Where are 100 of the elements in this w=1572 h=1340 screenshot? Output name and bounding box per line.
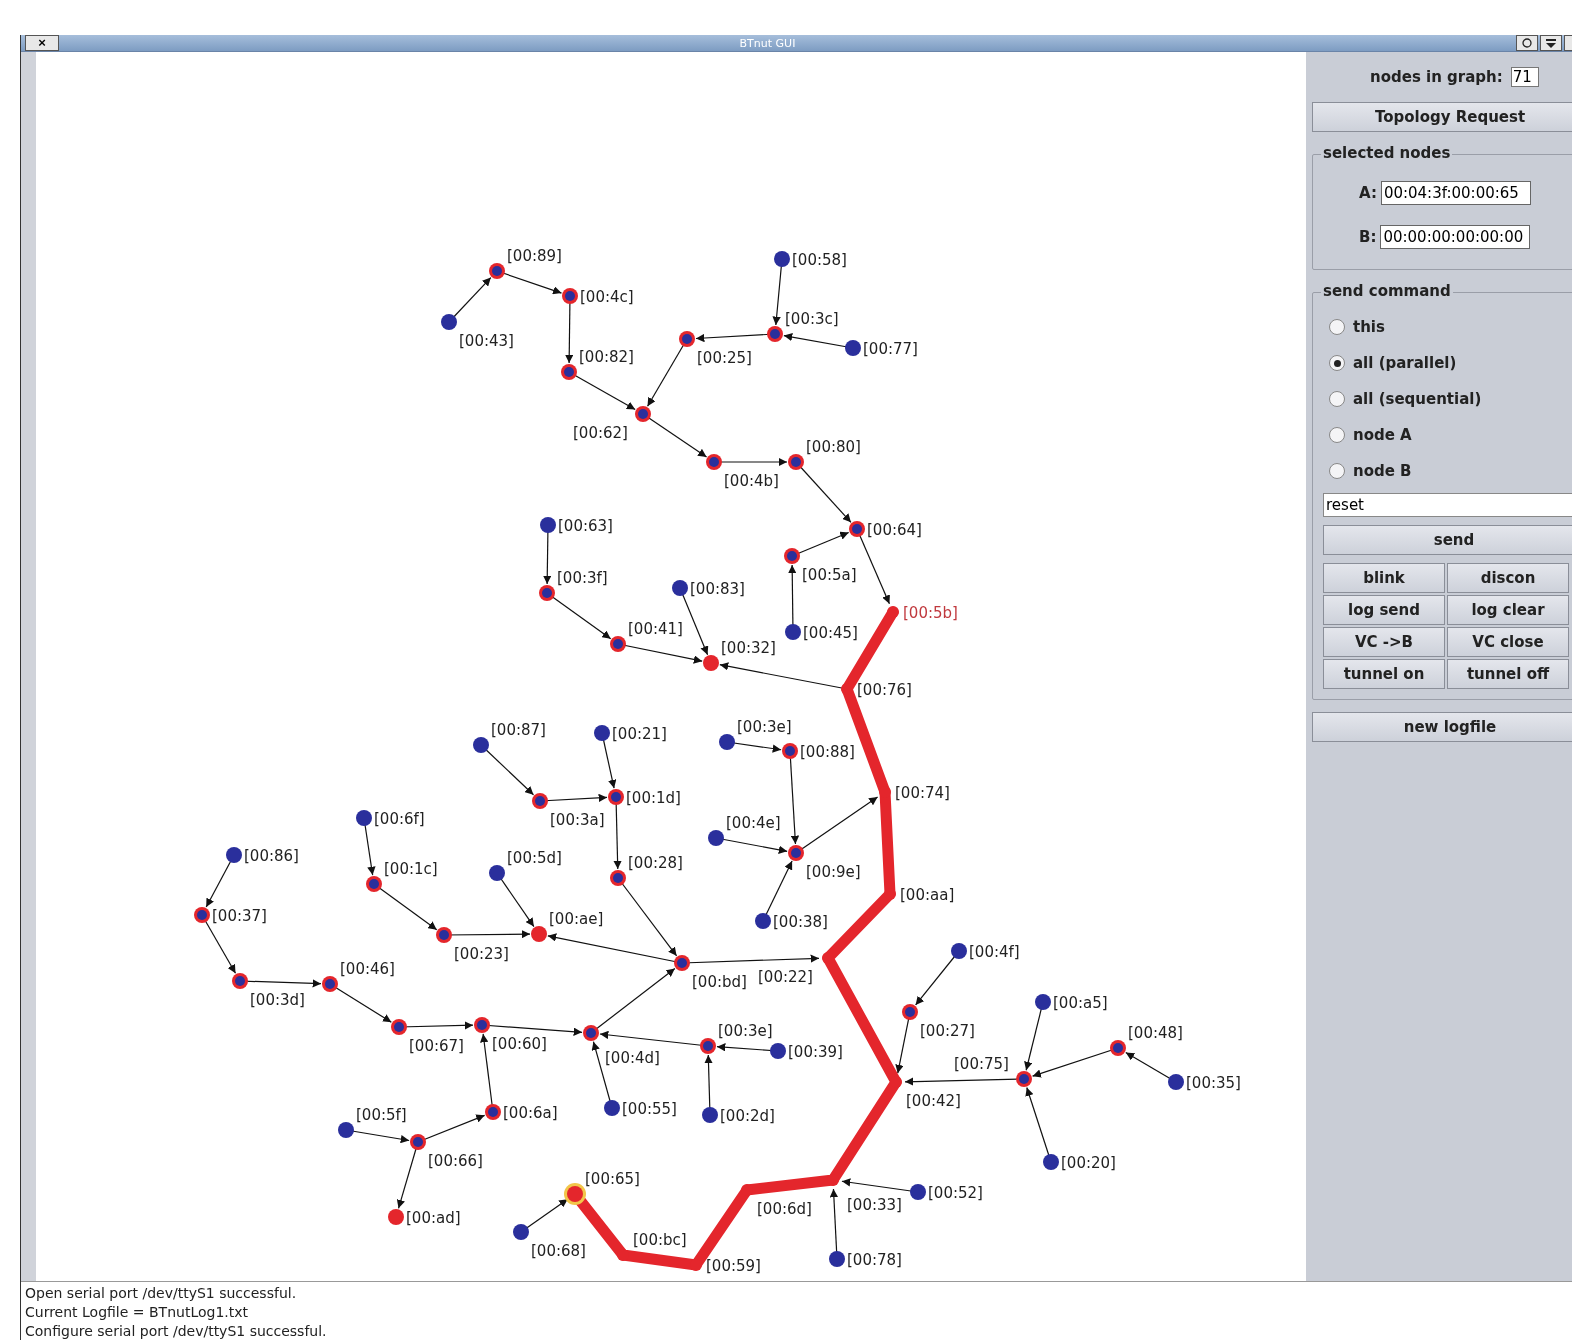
radio-option[interactable]: all (parallel) — [1323, 345, 1572, 381]
node-dot[interactable] — [366, 876, 382, 892]
node-dot[interactable] — [194, 907, 210, 923]
node-label: [00:58] — [792, 251, 847, 269]
selected-node-dot[interactable] — [564, 1183, 586, 1205]
command-button[interactable]: VC ->B — [1323, 627, 1445, 657]
radio-option[interactable]: all (sequential) — [1323, 381, 1572, 417]
command-button[interactable]: VC close — [1447, 627, 1569, 657]
command-button[interactable]: discon — [1447, 563, 1569, 593]
node-label: [00:aa] — [900, 886, 955, 904]
radio-option[interactable]: node B — [1323, 453, 1572, 489]
node-dot[interactable] — [473, 737, 489, 753]
node-dot[interactable] — [702, 1107, 718, 1123]
node-dot[interactable] — [674, 955, 690, 971]
node-dot[interactable] — [767, 326, 783, 342]
node-dot[interactable] — [232, 973, 248, 989]
node-dot[interactable] — [784, 548, 800, 564]
radio-option[interactable]: node A — [1323, 417, 1572, 453]
node-dot[interactable] — [594, 725, 610, 741]
node-dot[interactable] — [1110, 1040, 1126, 1056]
node-dot[interactable] — [1043, 1154, 1059, 1170]
node-label: [00:2d] — [720, 1107, 775, 1125]
new-logfile-button[interactable]: new logfile — [1312, 712, 1572, 742]
node-dot[interactable] — [788, 845, 804, 861]
node-dot[interactable] — [902, 1004, 918, 1020]
node-dot[interactable] — [672, 580, 688, 596]
node-dot[interactable] — [322, 976, 338, 992]
node-dot[interactable] — [513, 1224, 529, 1240]
node-count-field[interactable]: 71 — [1510, 67, 1539, 87]
node-dot[interactable] — [562, 288, 578, 304]
node-label: [00:6d] — [757, 1200, 812, 1218]
node-dot[interactable] — [441, 314, 457, 330]
log-line: Current Logfile = BTnutLog1.txt — [25, 1303, 249, 1322]
node-dot[interactable] — [1035, 994, 1051, 1010]
radio-option[interactable]: this — [1323, 309, 1572, 345]
node-dot[interactable] — [608, 789, 624, 805]
command-button[interactable]: tunnel off — [1447, 659, 1569, 689]
node-dot[interactable] — [879, 786, 891, 798]
close-button[interactable]: × — [25, 35, 59, 51]
node-dot[interactable] — [391, 1019, 407, 1035]
node-dot[interactable] — [951, 943, 967, 959]
command-field[interactable]: reset — [1323, 493, 1572, 517]
node-dot[interactable] — [338, 1122, 354, 1138]
command-button[interactable]: tunnel on — [1323, 659, 1445, 689]
node-dot[interactable] — [561, 364, 577, 380]
node-dot[interactable] — [679, 331, 695, 347]
node-dot[interactable] — [782, 743, 798, 759]
address-field[interactable]: 00:00:00:00:00:00 — [1380, 225, 1531, 249]
node-dot[interactable] — [635, 406, 651, 422]
command-button[interactable]: blink — [1323, 563, 1445, 593]
command-button[interactable]: log clear — [1447, 595, 1569, 625]
node-dot[interactable] — [755, 913, 771, 929]
send-button[interactable]: send — [1323, 525, 1572, 555]
node-dot[interactable] — [356, 810, 372, 826]
node-dot[interactable] — [489, 865, 505, 881]
node-dot[interactable] — [540, 517, 556, 533]
minimize-button[interactable] — [1516, 35, 1538, 51]
node-dot[interactable] — [610, 870, 626, 886]
node-label: [00:3a] — [550, 811, 605, 829]
node-dot[interactable] — [785, 624, 801, 640]
node-dot[interactable] — [719, 734, 735, 750]
node-dot[interactable] — [703, 655, 719, 671]
menu-button[interactable] — [1540, 35, 1562, 51]
node-dot[interactable] — [531, 926, 547, 942]
node-dot[interactable] — [884, 888, 896, 900]
node-dot[interactable] — [829, 1251, 845, 1267]
node-dot[interactable] — [617, 1249, 629, 1261]
node-dot[interactable] — [700, 1038, 716, 1054]
node-dot[interactable] — [583, 1025, 599, 1041]
node-label: [00:3d] — [250, 991, 305, 1009]
node-dot[interactable] — [845, 340, 861, 356]
node-label: [00:4d] — [605, 1049, 660, 1067]
node-dot[interactable] — [788, 454, 804, 470]
node-dot[interactable] — [1168, 1074, 1184, 1090]
node-dot[interactable] — [604, 1100, 620, 1116]
node-dot[interactable] — [485, 1104, 501, 1120]
node-label: [00:74] — [895, 784, 950, 802]
node-dot[interactable] — [539, 585, 555, 601]
node-dot[interactable] — [532, 793, 548, 809]
node-dot[interactable] — [706, 454, 722, 470]
node-dot[interactable] — [489, 263, 505, 279]
address-field[interactable]: 00:04:3f:00:00:65 — [1380, 181, 1531, 205]
node-dot[interactable] — [849, 521, 865, 537]
node-dot[interactable] — [770, 1043, 786, 1059]
node-dot[interactable] — [610, 636, 626, 652]
node-label: [00:76] — [857, 681, 912, 699]
node-dot[interactable] — [388, 1209, 404, 1225]
topology-request-button[interactable]: Topology Request — [1312, 102, 1572, 132]
node-dot[interactable] — [774, 251, 790, 267]
node-dot[interactable] — [410, 1134, 426, 1150]
node-label: [00:38] — [773, 913, 828, 931]
node-dot[interactable] — [474, 1017, 490, 1033]
node-dot[interactable] — [226, 847, 242, 863]
node-dot[interactable] — [1016, 1071, 1032, 1087]
node-dot[interactable] — [910, 1184, 926, 1200]
node-dot[interactable] — [708, 830, 724, 846]
command-button[interactable]: log send — [1323, 595, 1445, 625]
node-dot[interactable] — [436, 927, 452, 943]
node-dot[interactable] — [741, 1184, 753, 1196]
node-dot[interactable] — [887, 606, 899, 618]
